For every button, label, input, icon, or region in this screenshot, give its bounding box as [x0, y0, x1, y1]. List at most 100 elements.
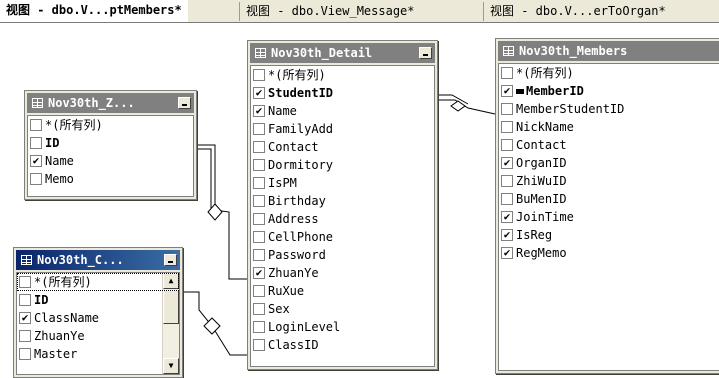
table-box-classes[interactable]: Nov30th_C... ▲ ▼ *(所有列) ID ✔ ClassName Zhuan… — [13, 247, 183, 378]
column-name: CellPhone — [268, 230, 334, 244]
column-row[interactable]: Memo — [28, 170, 193, 188]
checkbox[interactable] — [253, 159, 265, 171]
table-title: Nov30th_Z... — [48, 96, 135, 110]
checkbox[interactable] — [253, 303, 265, 315]
column-row[interactable]: ✔ MemberID — [499, 82, 719, 100]
checkbox[interactable] — [253, 321, 265, 333]
checkbox[interactable] — [501, 103, 513, 115]
column-row[interactable]: Master — [17, 345, 179, 363]
column-row[interactable]: LoginLevel — [251, 318, 434, 336]
column-row[interactable]: Password — [251, 246, 434, 264]
column-row[interactable]: *(所有列) — [499, 64, 719, 82]
checkbox[interactable] — [501, 67, 513, 79]
table-title-bar[interactable]: Nov30th_Z... — [27, 93, 194, 113]
column-row[interactable]: Dormitory — [251, 156, 434, 174]
checkbox[interactable] — [30, 137, 42, 149]
column-name: ClassName — [34, 311, 100, 325]
column-row[interactable]: ZhiWuID — [499, 172, 719, 190]
checkbox[interactable] — [19, 348, 31, 360]
column-row[interactable]: Birthday — [251, 192, 434, 210]
minimize-button[interactable] — [419, 47, 432, 59]
column-row[interactable]: ✔ OrganID — [499, 154, 719, 172]
checkbox-checked[interactable]: ✔ — [501, 247, 513, 259]
column-row[interactable]: *(所有列) — [251, 66, 434, 84]
table-title-bar[interactable]: Nov30th_C... — [16, 250, 180, 270]
column-name: ID — [45, 136, 60, 150]
minimize-button[interactable] — [164, 254, 177, 266]
checkbox-checked[interactable]: ✔ — [501, 229, 513, 241]
checkbox[interactable] — [19, 294, 31, 306]
column-row[interactable]: Contact — [499, 136, 719, 154]
checkbox[interactable] — [253, 123, 265, 135]
checkbox[interactable] — [19, 276, 31, 288]
column-name: StudentID — [268, 86, 334, 100]
checkbox-checked[interactable]: ✔ — [253, 87, 265, 99]
checkbox[interactable] — [253, 69, 265, 81]
column-row[interactable]: Contact — [251, 138, 434, 156]
checkbox-checked[interactable]: ✔ — [501, 157, 513, 169]
table-title-bar[interactable]: Nov30th_Detail — [250, 43, 435, 63]
column-row[interactable]: BuMenID — [499, 190, 719, 208]
check-icon: ✔ — [32, 154, 40, 167]
column-row[interactable]: IsPM — [251, 174, 434, 192]
column-row[interactable]: ID — [28, 134, 193, 152]
checkbox[interactable] — [501, 121, 513, 133]
column-row[interactable]: ClassID — [251, 336, 434, 354]
checkbox[interactable] — [253, 141, 265, 153]
table-title: Nov30th_C... — [37, 253, 124, 267]
column-row[interactable]: FamilyAdd — [251, 120, 434, 138]
column-row[interactable]: Sex — [251, 300, 434, 318]
column-name: BuMenID — [516, 192, 567, 206]
checkbox[interactable] — [253, 195, 265, 207]
column-row[interactable]: ✔ IsReg — [499, 226, 719, 244]
column-row[interactable]: ✔ JoinTime — [499, 208, 719, 226]
checkbox[interactable] — [253, 285, 265, 297]
check-icon: ✔ — [255, 104, 263, 117]
table-box-members[interactable]: Nov30th_Members *(所有列) ✔ MemberID MemberStu… — [495, 38, 719, 374]
column-row[interactable]: ZhuanYe — [17, 327, 179, 345]
checkbox[interactable] — [501, 175, 513, 187]
column-name: RuXue — [268, 284, 305, 298]
column-row[interactable]: ✔ StudentID — [251, 84, 434, 102]
checkbox[interactable] — [30, 119, 42, 131]
checkbox[interactable] — [30, 173, 42, 185]
column-name: Birthday — [268, 194, 326, 208]
table-box-detail[interactable]: Nov30th_Detail *(所有列) ✔ StudentID ✔ Name Fami… — [247, 40, 438, 370]
column-row[interactable]: MemberStudentID — [499, 100, 719, 118]
checkbox[interactable] — [19, 330, 31, 342]
checkbox[interactable] — [253, 339, 265, 351]
column-row[interactable]: *(所有列) — [28, 116, 193, 134]
column-name: RegMemo — [516, 246, 567, 260]
column-row[interactable]: NickName — [499, 118, 719, 136]
column-row[interactable]: CellPhone — [251, 228, 434, 246]
checkbox-checked[interactable]: ✔ — [253, 267, 265, 279]
table-title: Nov30th_Members — [519, 44, 628, 58]
table-title-bar[interactable]: Nov30th_Members — [498, 41, 719, 61]
column-row[interactable]: *(所有列) — [17, 273, 179, 291]
checkbox[interactable] — [253, 177, 265, 189]
checkbox[interactable] — [253, 249, 265, 261]
column-row[interactable]: ✔ ClassName — [17, 309, 179, 327]
table-box-zhiwu[interactable]: Nov30th_Z... *(所有列) ID ✔ Name Memo — [24, 90, 197, 200]
column-row[interactable]: ✔ Name — [251, 102, 434, 120]
checkbox-checked[interactable]: ✔ — [30, 155, 42, 167]
column-row[interactable]: RuXue — [251, 282, 434, 300]
checkbox[interactable] — [253, 231, 265, 243]
table-icon — [503, 46, 514, 56]
checkbox-checked[interactable]: ✔ — [501, 211, 513, 223]
column-row[interactable]: Address — [251, 210, 434, 228]
minimize-button[interactable] — [178, 97, 191, 109]
column-row[interactable]: ID — [17, 291, 179, 309]
table-icon — [255, 48, 266, 58]
checkbox[interactable] — [253, 213, 265, 225]
checkbox-checked[interactable]: ✔ — [501, 85, 513, 97]
column-name: ID — [34, 293, 49, 307]
checkbox[interactable] — [501, 193, 513, 205]
column-row[interactable]: ✔ Name — [28, 152, 193, 170]
column-row[interactable]: ✔ RegMemo — [499, 244, 719, 262]
checkbox-checked[interactable]: ✔ — [19, 312, 31, 324]
checkbox-checked[interactable]: ✔ — [253, 105, 265, 117]
checkbox[interactable] — [501, 139, 513, 151]
column-row[interactable]: ✔ ZhuanYe — [251, 264, 434, 282]
relationship-diamond-classes — [203, 317, 221, 335]
